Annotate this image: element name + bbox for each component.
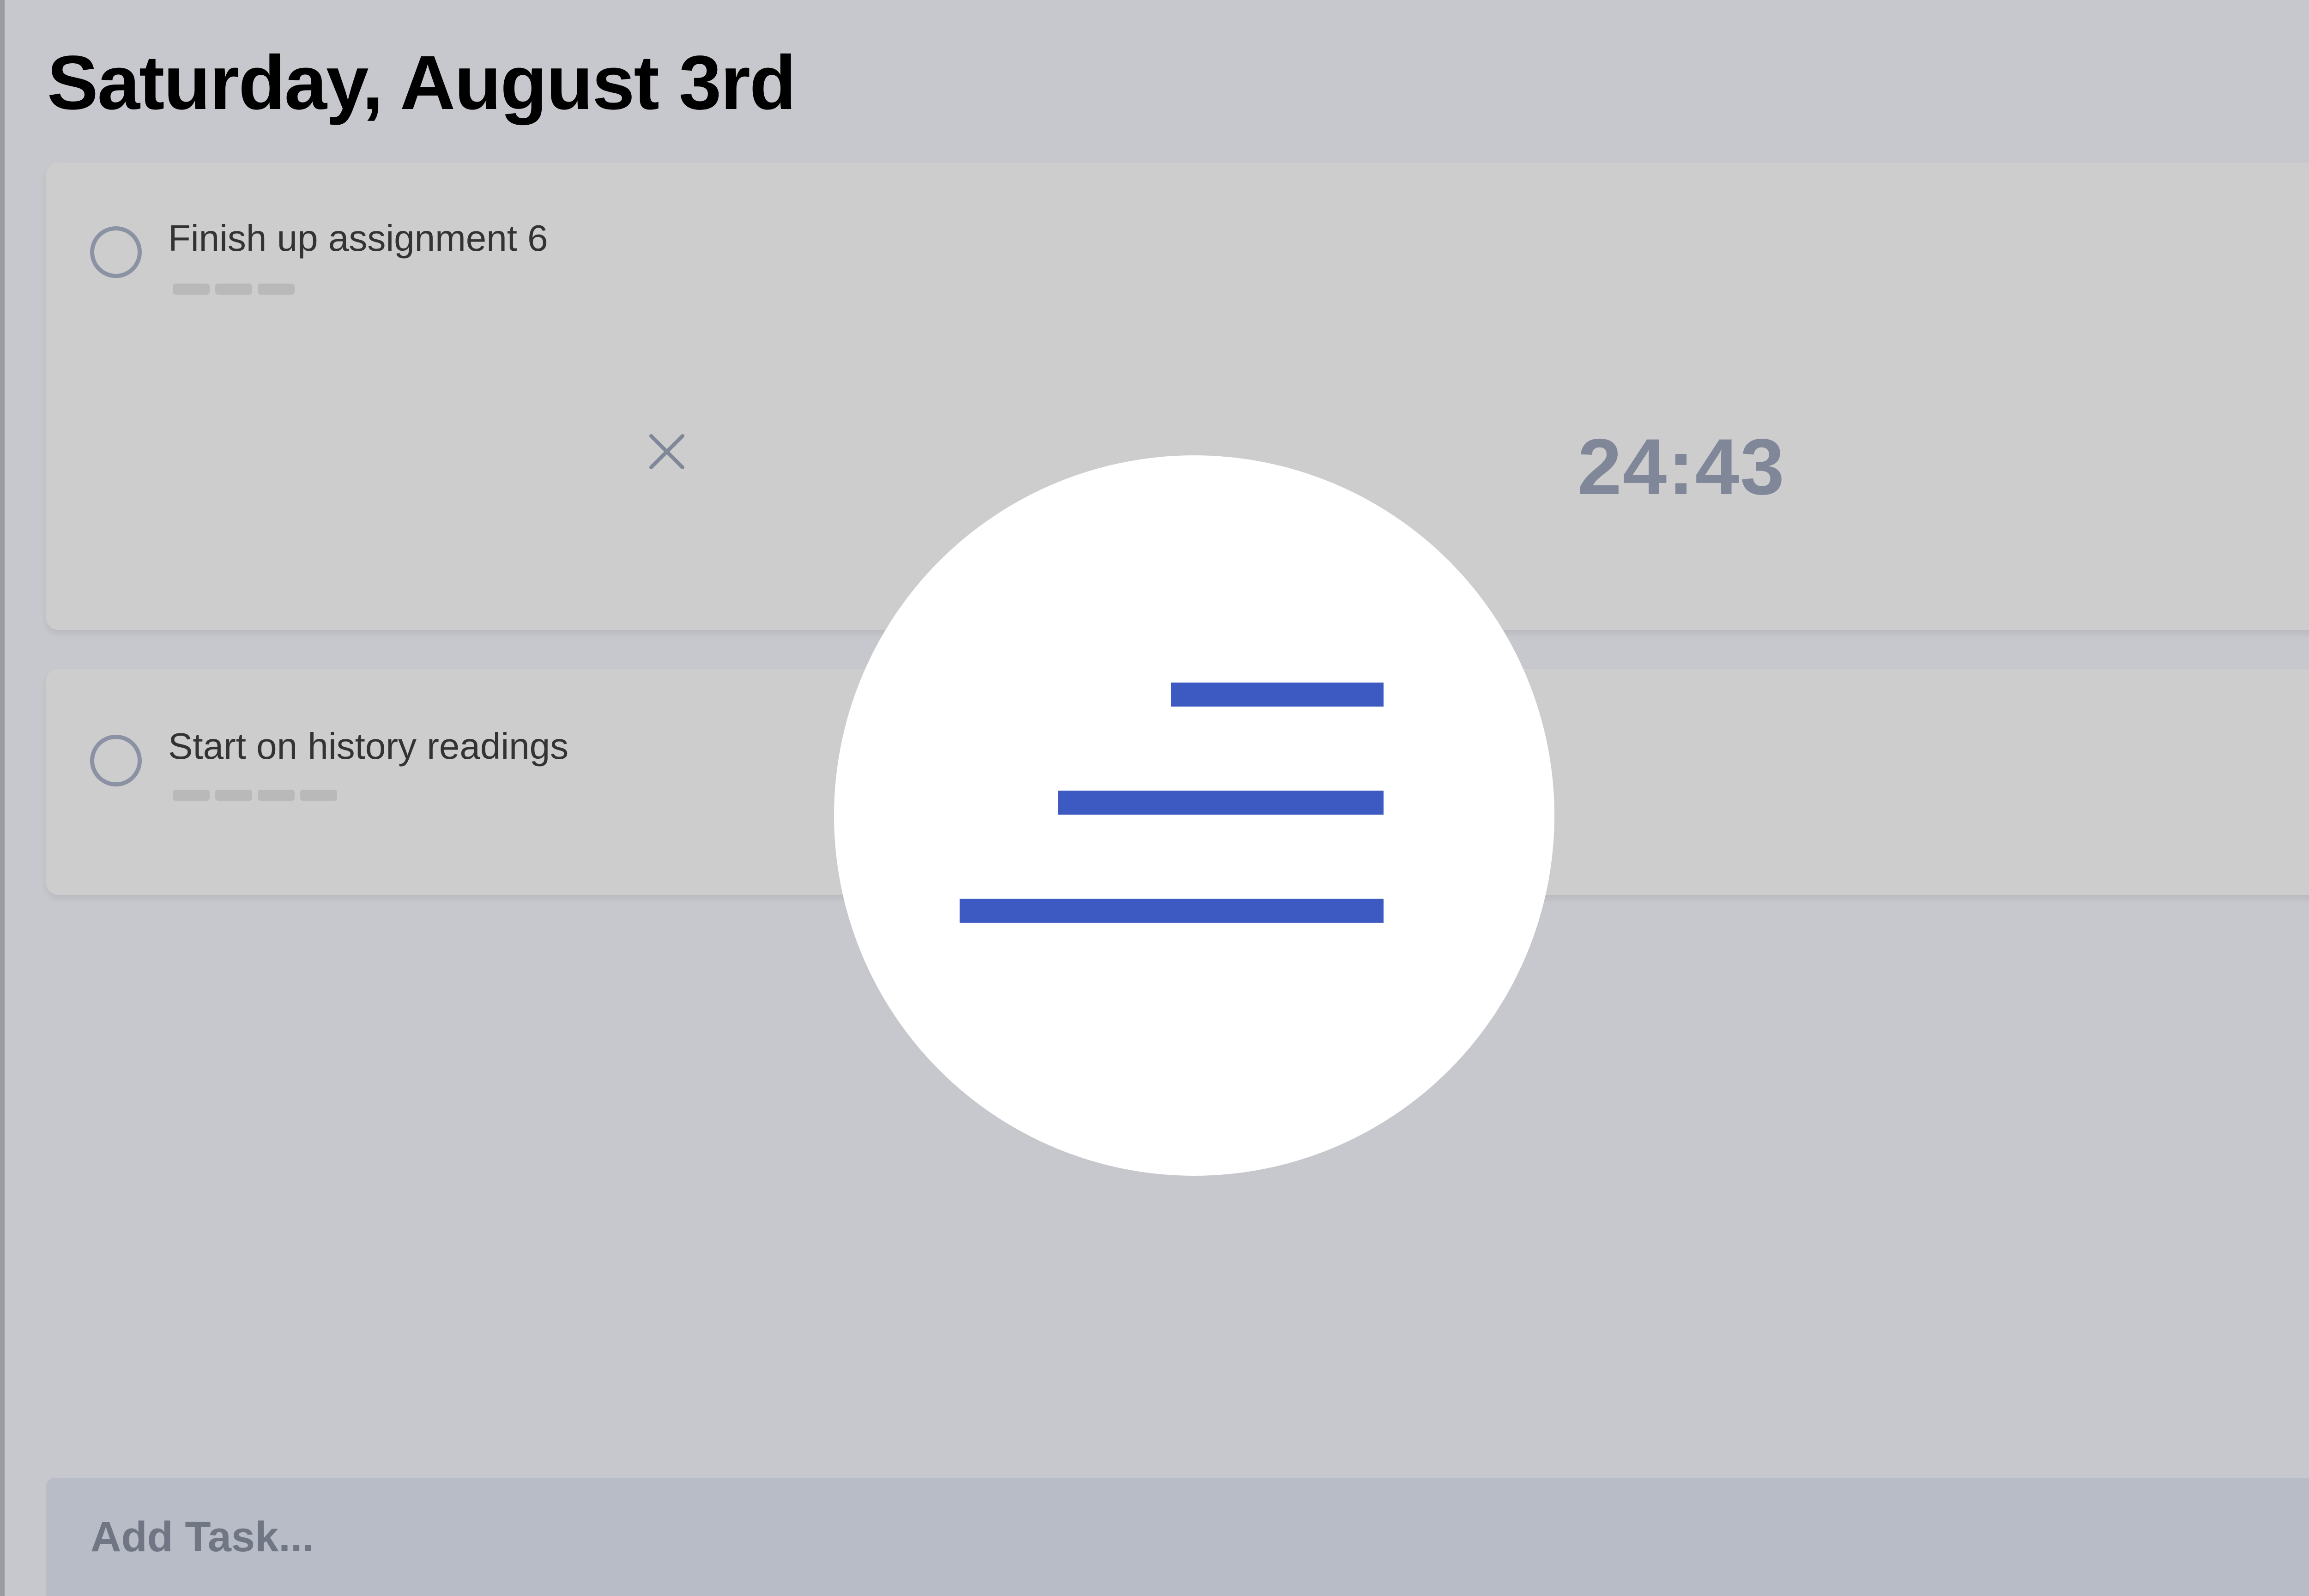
- task-title: Finish up assignment 6: [168, 218, 548, 259]
- task-checkbox[interactable]: [90, 735, 142, 786]
- left-edge-border: [0, 0, 5, 1596]
- task-title: Start on history readings: [168, 725, 569, 767]
- add-task-input[interactable]: [46, 1478, 2309, 1596]
- priority-dashes: [173, 790, 337, 801]
- sort-menu-button[interactable]: [834, 455, 1554, 1176]
- task-checkbox[interactable]: [90, 226, 142, 278]
- priority-dash: [215, 790, 252, 801]
- priority-dash: [215, 284, 252, 295]
- priority-dash: [173, 790, 210, 801]
- priority-dash: [300, 790, 337, 801]
- close-icon[interactable]: [645, 429, 689, 474]
- priority-dashes: [173, 284, 295, 295]
- priority-dash: [173, 284, 210, 295]
- timer-display: 24:43: [1578, 423, 1785, 511]
- priority-dash: [258, 790, 295, 801]
- sort-lines-icon: [960, 683, 1384, 923]
- page-title: Saturday, August 3rd: [47, 40, 796, 126]
- priority-dash: [258, 284, 295, 295]
